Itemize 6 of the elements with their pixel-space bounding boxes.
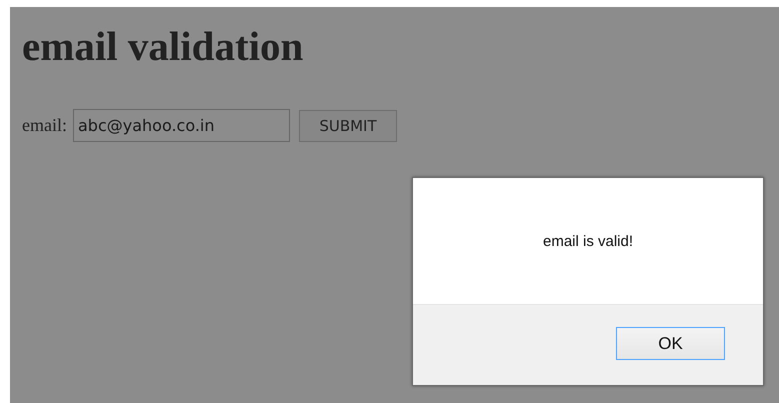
email-label: email: bbox=[22, 115, 67, 136]
page-heading: email validation bbox=[21, 22, 304, 69]
email-field[interactable]: abc@yahoo.co.in bbox=[72, 109, 290, 142]
submit-button[interactable]: SUBMIT bbox=[298, 110, 397, 142]
dialog-message: email is valid! bbox=[542, 232, 634, 250]
ok-button[interactable]: OK bbox=[616, 327, 725, 360]
